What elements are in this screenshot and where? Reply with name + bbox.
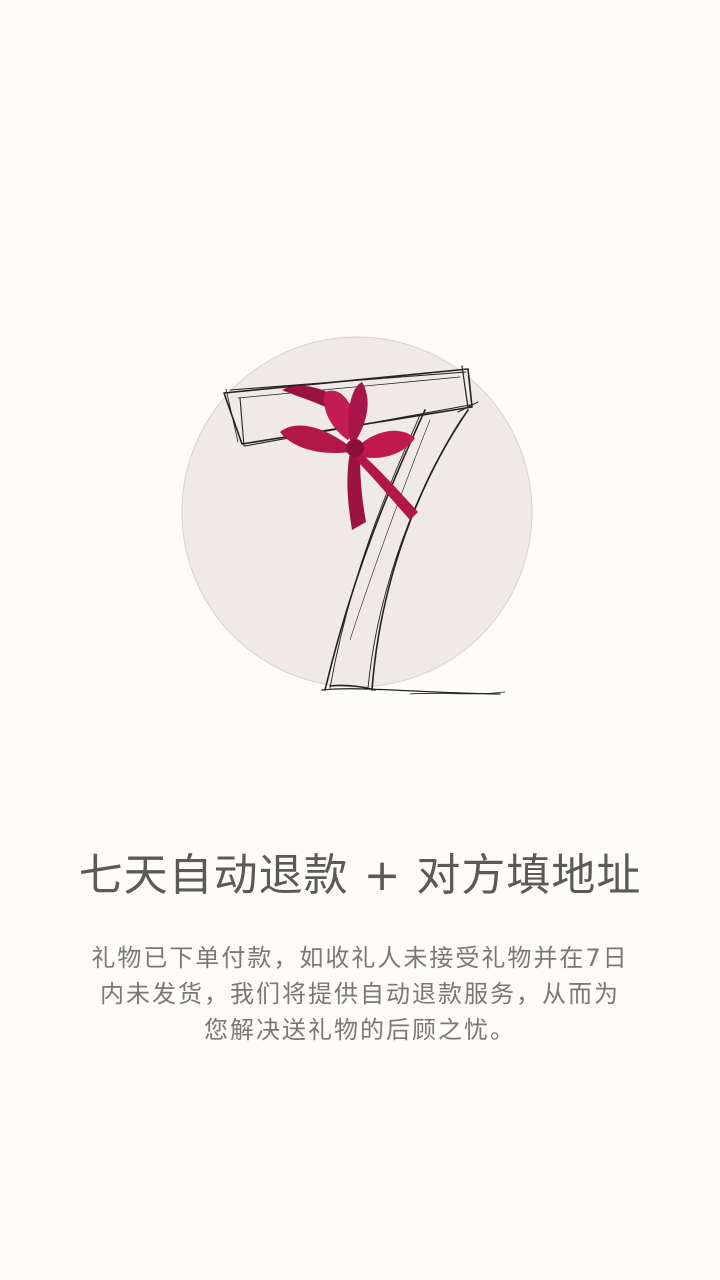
feature-headline: 七天自动退款 + 对方填地址 [78, 850, 642, 901]
intro-screen: 七天自动退款 + 对方填地址 礼物已下单付款，如收礼人未接受礼物并在7日 内未发… [0, 0, 720, 1280]
feature-description: 礼物已下单付款，如收礼人未接受礼物并在7日 内未发货，我们将提供自动退款服务，从… [60, 940, 660, 1048]
description-line: 您解决送礼物的后顾之忧。 [204, 1016, 516, 1044]
description-line: 内未发货，我们将提供自动退款服务，从而为 [100, 980, 620, 1008]
seven-day-illustration [0, 0, 720, 760]
description-line: 礼物已下单付款，如收礼人未接受礼物并在7日 [91, 944, 629, 972]
